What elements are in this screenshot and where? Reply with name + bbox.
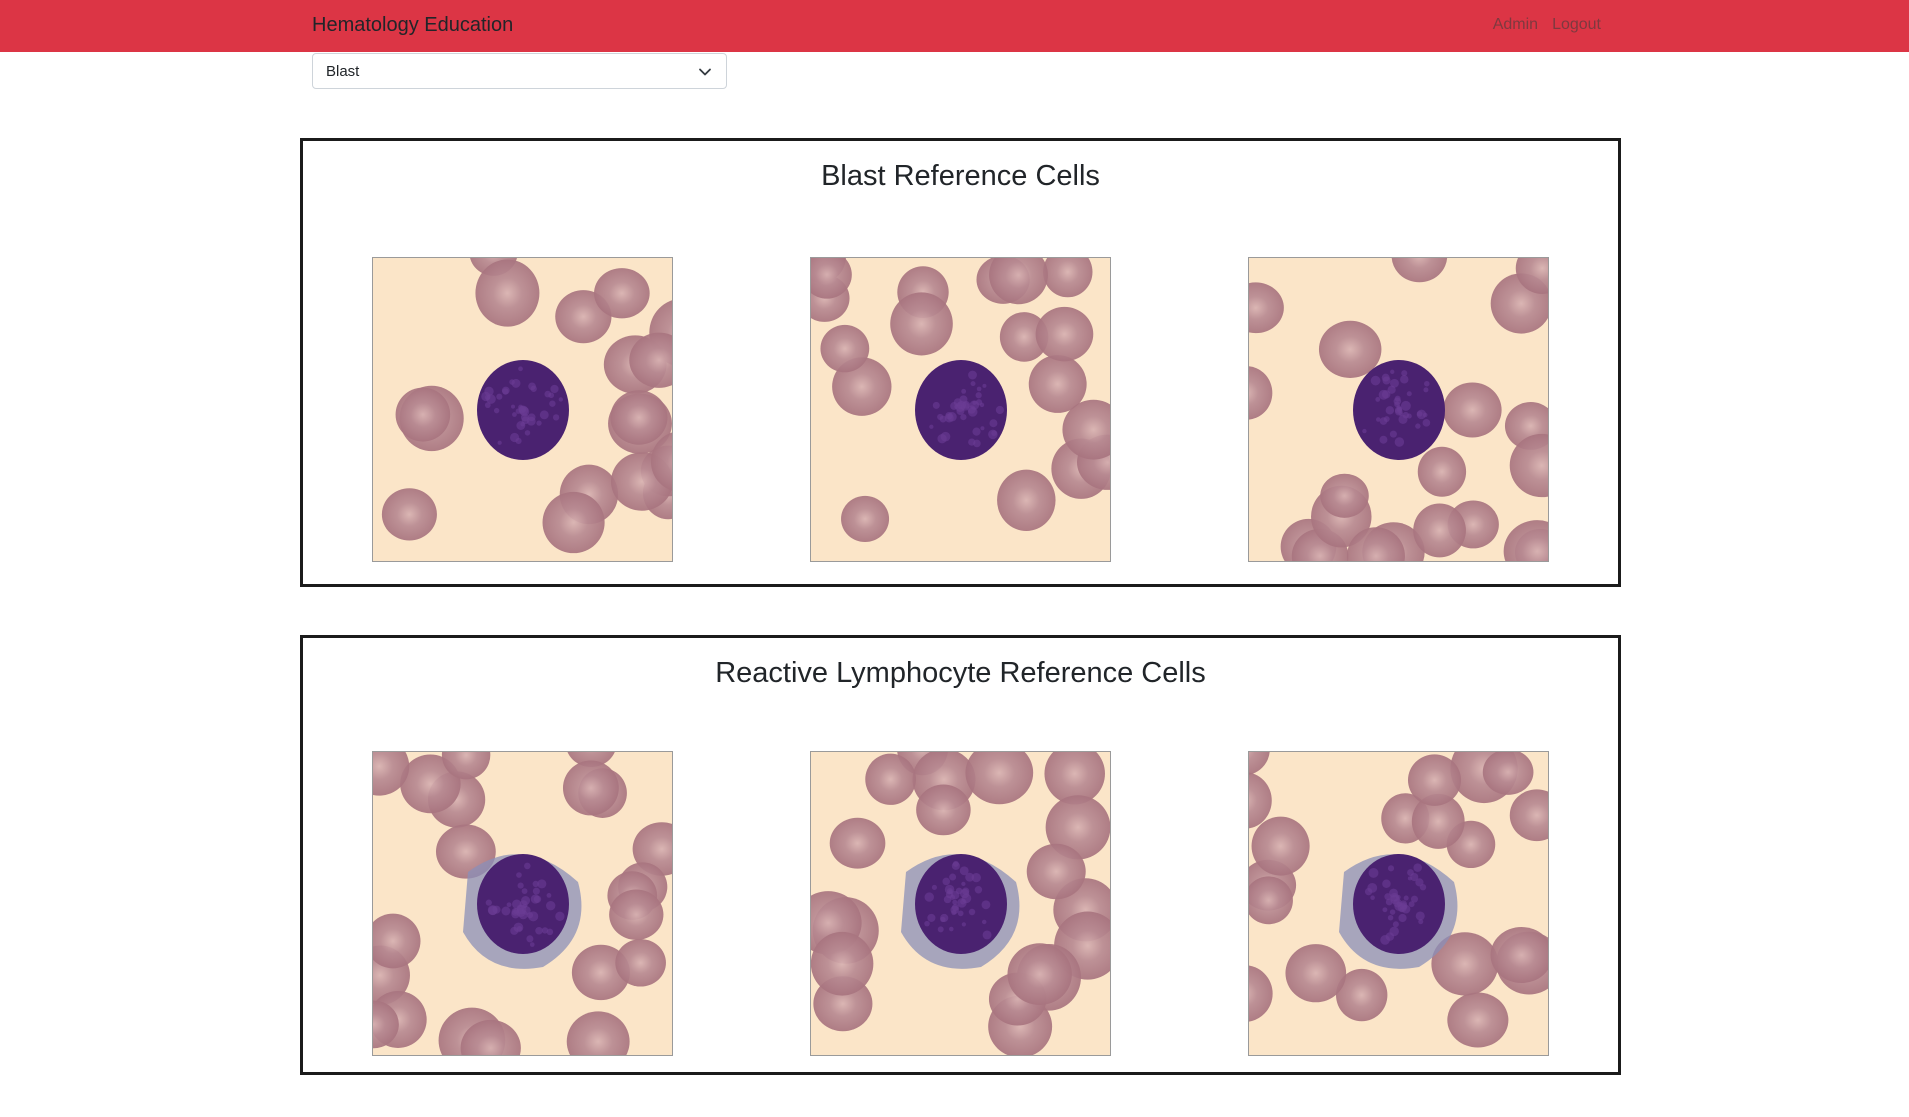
chevron-down-icon (698, 65, 712, 84)
nav-link-logout[interactable]: Logout (1552, 15, 1601, 35)
blast-cell-image-2 (810, 257, 1111, 562)
reactive-lymphocyte-panel: Reactive Lymphocyte Reference Cells (300, 635, 1621, 1075)
section-title-reactive-lymphocyte: Reactive Lymphocyte Reference Cells (715, 657, 1206, 689)
reactive-lymphocyte-image-2 (810, 751, 1111, 1056)
reactive-lymphocyte-image-3 (1248, 751, 1549, 1056)
blast-cell-image-1 (372, 257, 673, 562)
cell-type-select-value: Blast (326, 63, 360, 80)
top-navbar: Hematology Education Admin Logout (0, 0, 1909, 52)
reactive-lymphocyte-image-1 (372, 751, 673, 1056)
section-title-blast: Blast Reference Cells (821, 160, 1100, 192)
cell-type-select[interactable]: Blast (312, 53, 727, 89)
nav-link-admin[interactable]: Admin (1493, 15, 1538, 35)
nav-links: Admin Logout (1493, 15, 1601, 35)
blast-reference-panel: Blast Reference Cells (300, 138, 1621, 587)
blast-cell-image-3 (1248, 257, 1549, 562)
brand-link[interactable]: Hematology Education (312, 13, 513, 37)
